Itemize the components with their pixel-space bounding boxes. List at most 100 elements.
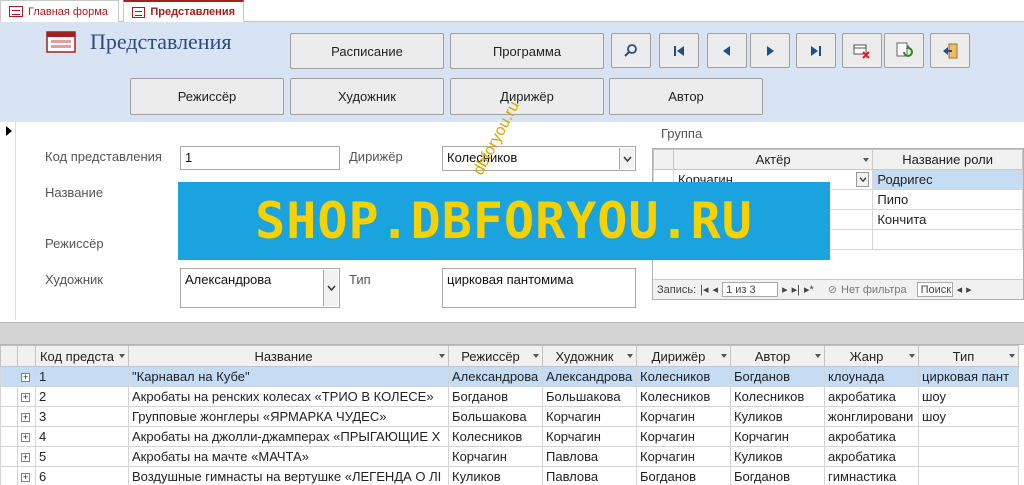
- column-header-conductor[interactable]: Дирижёр: [636, 345, 731, 367]
- delete-record-button[interactable]: [842, 33, 882, 68]
- table-cell[interactable]: Корчагин: [636, 446, 731, 467]
- column-header-name[interactable]: Название: [128, 345, 449, 367]
- table-cell[interactable]: Корчагин: [448, 446, 543, 467]
- table-cell[interactable]: [918, 446, 1019, 467]
- table-cell[interactable]: Куликов: [448, 466, 543, 485]
- program-button[interactable]: Программа: [450, 33, 604, 69]
- row-selector[interactable]: [0, 406, 18, 427]
- table-cell[interactable]: [918, 466, 1019, 485]
- sort-arrow-icon[interactable]: [1009, 354, 1015, 358]
- table-cell[interactable]: Колесников: [448, 426, 543, 447]
- last-record-button[interactable]: [796, 33, 836, 68]
- first-record-icon[interactable]: |◂: [700, 283, 708, 296]
- sort-arrow-icon[interactable]: [863, 158, 870, 162]
- conductor-button[interactable]: Дирижёр: [450, 78, 604, 115]
- table-cell[interactable]: Александрова: [448, 366, 543, 387]
- row-selector[interactable]: [0, 446, 18, 467]
- column-header-author[interactable]: Автор: [730, 345, 825, 367]
- code-field[interactable]: 1: [180, 146, 340, 170]
- table-cell[interactable]: Воздушные гимнасты на вертушке «ЛЕГЕНДА …: [128, 466, 449, 485]
- table-cell[interactable]: жонглировани: [824, 406, 919, 427]
- next-record-button[interactable]: [750, 33, 790, 68]
- next-record-icon[interactable]: ▸: [782, 283, 788, 296]
- table-cell[interactable]: шоу: [918, 406, 1019, 427]
- expand-cell[interactable]: +: [17, 386, 36, 407]
- table-row[interactable]: +5 Акробаты на мачте «МАЧТА» Корчагин Павло…: [0, 446, 1019, 467]
- role-cell[interactable]: Пипо: [872, 189, 1023, 210]
- table-cell[interactable]: шоу: [918, 386, 1019, 407]
- column-header-type[interactable]: Тип: [918, 345, 1019, 367]
- table-cell[interactable]: 1: [35, 366, 129, 387]
- table-cell[interactable]: 4: [35, 426, 129, 447]
- table-cell[interactable]: гимнастика: [824, 466, 919, 485]
- table-cell[interactable]: акробатика: [824, 386, 919, 407]
- director-button[interactable]: Режиссёр: [130, 78, 284, 115]
- column-header-code[interactable]: Код предста: [35, 345, 129, 367]
- row-selector[interactable]: [0, 466, 18, 485]
- row-selector[interactable]: [0, 386, 18, 407]
- filter-status[interactable]: Нет фильтра: [841, 284, 907, 296]
- sort-arrow-icon[interactable]: [815, 354, 821, 358]
- expand-cell[interactable]: +: [17, 446, 36, 467]
- table-row[interactable]: +3 Групповые жонглеры «ЯРМАРКА ЧУДЕС» Боль…: [0, 406, 1019, 427]
- dropdown-button[interactable]: [619, 148, 634, 169]
- scroll-right-icon[interactable]: ▸: [966, 283, 972, 296]
- author-button[interactable]: Автор: [609, 78, 763, 115]
- expand-cell[interactable]: +: [17, 366, 36, 387]
- role-cell[interactable]: Родригес: [872, 169, 1023, 190]
- table-cell[interactable]: Акробаты на ренских колесах «ТРИО В КОЛЕ…: [128, 386, 449, 407]
- select-all-header[interactable]: [0, 345, 18, 367]
- table-cell[interactable]: Богданов: [730, 466, 825, 485]
- subform-column-header[interactable]: Название роли: [872, 149, 1023, 170]
- sort-arrow-icon[interactable]: [439, 354, 445, 358]
- sort-arrow-icon[interactable]: [721, 354, 727, 358]
- table-cell[interactable]: Корчагин: [730, 426, 825, 447]
- expand-cell[interactable]: +: [17, 406, 36, 427]
- table-cell[interactable]: Павлова: [542, 446, 637, 467]
- table-cell[interactable]: Колесников: [636, 366, 731, 387]
- role-cell[interactable]: Кончита: [872, 209, 1023, 230]
- subform-column-header[interactable]: Актёр: [672, 149, 874, 170]
- expand-icon[interactable]: +: [21, 373, 30, 383]
- first-record-button[interactable]: [659, 33, 699, 68]
- table-row[interactable]: +1 "Карнавал на Кубе" Александрова Александ…: [0, 366, 1019, 387]
- record-selector[interactable]: [0, 122, 16, 320]
- tab-performances[interactable]: Представления: [123, 0, 244, 22]
- dropdown-button[interactable]: [856, 172, 870, 187]
- new-record-icon[interactable]: ▸*: [804, 283, 814, 296]
- sort-arrow-icon[interactable]: [627, 354, 633, 358]
- previous-record-button[interactable]: [707, 33, 747, 68]
- table-cell[interactable]: Богданов: [448, 386, 543, 407]
- sort-arrow-icon[interactable]: [533, 354, 539, 358]
- sort-arrow-icon[interactable]: [119, 354, 125, 358]
- table-cell[interactable]: "Карнавал на Кубе": [128, 366, 449, 387]
- table-cell[interactable]: цирковая пант: [918, 366, 1019, 387]
- table-cell[interactable]: Корчагин: [636, 426, 731, 447]
- table-cell[interactable]: [918, 426, 1019, 447]
- table-cell[interactable]: Корчагин: [542, 426, 637, 447]
- table-row[interactable]: +6 Воздушные гимнасты на вертушке «ЛЕГЕНД…: [0, 466, 1019, 485]
- table-cell[interactable]: Павлова: [542, 466, 637, 485]
- dropdown-button[interactable]: [323, 270, 338, 306]
- table-cell[interactable]: Корчагин: [542, 406, 637, 427]
- table-cell[interactable]: Большакова: [448, 406, 543, 427]
- artist-combobox[interactable]: Александрова: [180, 268, 340, 308]
- search-button[interactable]: [611, 33, 651, 68]
- table-cell[interactable]: 3: [35, 406, 129, 427]
- table-cell[interactable]: Акробаты на мачте «МАЧТА»: [128, 446, 449, 467]
- split-form-divider[interactable]: [0, 322, 1024, 345]
- expand-cell[interactable]: +: [17, 466, 36, 485]
- row-selector[interactable]: [0, 366, 18, 387]
- last-record-icon[interactable]: ▸|: [792, 283, 800, 296]
- column-header-director[interactable]: Режиссёр: [448, 345, 543, 367]
- expand-icon[interactable]: +: [21, 453, 30, 463]
- table-cell[interactable]: Акробаты на джолли-джамперах «ПРЫГАЮЩИЕ …: [128, 426, 449, 447]
- table-cell[interactable]: Богданов: [730, 366, 825, 387]
- table-row[interactable]: +2 Акробаты на ренских колесах «ТРИО В КО…: [0, 386, 1019, 407]
- search-box[interactable]: Поиск: [916, 282, 953, 297]
- table-cell[interactable]: Групповые жонглеры «ЯРМАРКА ЧУДЕС»: [128, 406, 449, 427]
- artist-button[interactable]: Художник: [290, 78, 444, 115]
- expand-icon[interactable]: +: [21, 473, 30, 483]
- table-cell[interactable]: 6: [35, 466, 129, 485]
- expand-cell[interactable]: +: [17, 426, 36, 447]
